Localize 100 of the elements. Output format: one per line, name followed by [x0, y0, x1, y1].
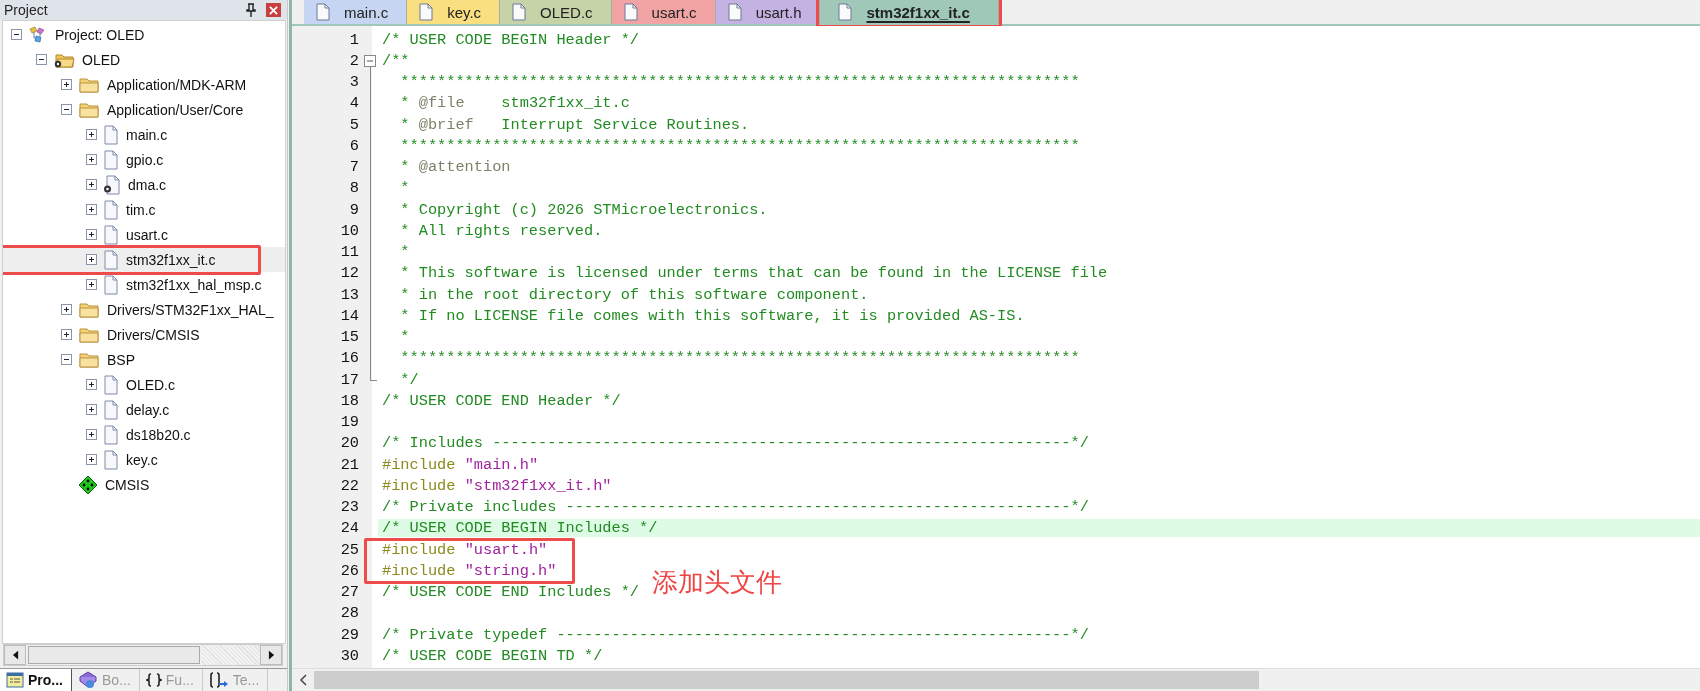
folder-icon	[78, 100, 100, 119]
expand-toggle[interactable]	[61, 304, 72, 315]
line-number: 30	[339, 646, 359, 665]
scrollbar-thumb[interactable]	[314, 671, 1259, 689]
pin-icon[interactable]	[246, 3, 256, 17]
tree-item[interactable]: CMSIS	[104, 475, 151, 494]
line-number: 24	[339, 519, 359, 538]
expand-toggle[interactable]	[86, 429, 97, 440]
line-number: 4	[348, 94, 359, 113]
folder-icon	[78, 350, 100, 369]
line-number: 28	[339, 604, 359, 623]
code-line: */	[399, 370, 419, 389]
panel-tab[interactable]: Pro...	[0, 669, 72, 691]
file-icon	[103, 274, 119, 295]
code-line: * This software is licensed under terms that can be found in the LICENSE file	[399, 264, 1108, 283]
tree-item[interactable]: usart.c	[125, 225, 169, 244]
tree-item[interactable]: tim.c	[125, 200, 157, 219]
file-icon	[838, 3, 853, 21]
file-icon	[727, 3, 742, 21]
code-line: * @file stm32f1xx_it.c	[399, 94, 630, 113]
expand-toggle[interactable]	[86, 229, 97, 240]
file-icon	[103, 249, 119, 270]
book-help-icon	[78, 671, 98, 689]
file-icon	[103, 449, 119, 470]
code-line: /**	[381, 51, 410, 70]
close-button[interactable]	[266, 3, 281, 17]
tree-item[interactable]: BSP	[106, 350, 136, 369]
horizontal-scrollbar[interactable]	[292, 668, 1700, 691]
collapse-toggle[interactable]	[11, 29, 22, 40]
file-icon	[512, 3, 527, 21]
file-icon	[103, 399, 119, 420]
line-number: 19	[339, 413, 359, 432]
tree-item[interactable]: Project: OLED	[54, 25, 146, 44]
tree-item[interactable]: Drivers/CMSIS	[106, 325, 201, 344]
collapse-toggle[interactable]	[36, 54, 47, 65]
file-icon	[623, 3, 638, 21]
line-number: 1	[348, 30, 359, 49]
file-icon	[103, 149, 119, 170]
line-number: 17	[339, 370, 359, 389]
code-line: *	[399, 179, 410, 198]
tree-item[interactable]: stm32f1xx_hal_msp.c	[125, 275, 263, 294]
annotation-note: 添加头文件	[652, 566, 782, 599]
fold-toggle[interactable]	[364, 54, 376, 67]
collapse-toggle[interactable]	[61, 104, 72, 115]
file-icon	[316, 3, 330, 21]
tree-item[interactable]: ds18b20.c	[125, 425, 192, 444]
line-number: 26	[339, 561, 359, 580]
code-line: #include "main.h"	[381, 455, 539, 474]
line-number: 9	[348, 200, 359, 219]
tree-item[interactable]: delay.c	[125, 400, 171, 419]
file-tab[interactable]: OLED.c	[500, 0, 612, 24]
file-gear-icon	[103, 174, 121, 195]
expand-toggle[interactable]	[86, 154, 97, 165]
expand-toggle[interactable]	[86, 179, 97, 190]
line-number: 29	[339, 625, 359, 644]
code-line: /* Private typedef --------------------------------------------------------*/	[381, 625, 1089, 644]
tree-item[interactable]: key.c	[125, 450, 159, 469]
tree-item[interactable]: dma.c	[127, 175, 168, 194]
expand-toggle[interactable]	[86, 204, 97, 215]
line-number: 10	[339, 221, 359, 240]
file-tab[interactable]: usart.h	[715, 0, 821, 24]
tree-item[interactable]: OLED	[81, 50, 122, 69]
file-tab[interactable]: main.c	[304, 0, 408, 24]
line-number: 14	[339, 306, 359, 325]
code-line: **************************************************************************	[399, 73, 1080, 92]
component-icon	[78, 474, 98, 495]
expand-toggle[interactable]	[86, 404, 97, 415]
tree-item[interactable]: Application/MDK-ARM	[106, 75, 248, 94]
tree-item[interactable]: Drivers/STM32F1xx_HAL_	[106, 300, 275, 319]
expand-toggle[interactable]	[86, 129, 97, 140]
tree-item[interactable]: OLED.c	[125, 375, 176, 394]
file-icon	[419, 3, 434, 21]
line-number: 18	[339, 391, 359, 410]
tree-item[interactable]: Application/User/Core	[106, 100, 245, 119]
file-icon	[103, 374, 119, 395]
file-tab[interactable]: key.c	[407, 0, 501, 24]
horizontal-scrollbar[interactable]	[3, 644, 283, 666]
expand-toggle[interactable]	[86, 454, 97, 465]
project-icon	[28, 25, 48, 44]
expand-toggle[interactable]	[61, 79, 72, 90]
file-tab[interactable]: usart.c	[611, 0, 716, 24]
left-arrow-icon[interactable]	[11, 650, 19, 660]
code-line: **************************************************************************	[399, 349, 1080, 368]
code-line: * @attention	[399, 158, 511, 177]
line-number: 7	[348, 158, 359, 177]
right-arrow-icon[interactable]	[267, 650, 275, 660]
line-number: 12	[339, 264, 359, 283]
collapse-toggle[interactable]	[61, 354, 72, 365]
folder-icon	[78, 75, 100, 94]
tree-item[interactable]: gpio.c	[125, 150, 165, 169]
code-line: /* USER CODE END Header */	[381, 391, 621, 410]
tree-item[interactable]: main.c	[125, 125, 169, 144]
expand-toggle[interactable]	[86, 279, 97, 290]
panel-title: Project	[4, 2, 48, 18]
expand-toggle[interactable]	[86, 254, 97, 265]
file-icon	[103, 199, 119, 220]
expand-toggle[interactable]	[61, 329, 72, 340]
code-line: * Copyright (c) 2026 STMicroelectronics.	[399, 200, 768, 219]
expand-toggle[interactable]	[86, 379, 97, 390]
line-number: 22	[339, 476, 359, 495]
